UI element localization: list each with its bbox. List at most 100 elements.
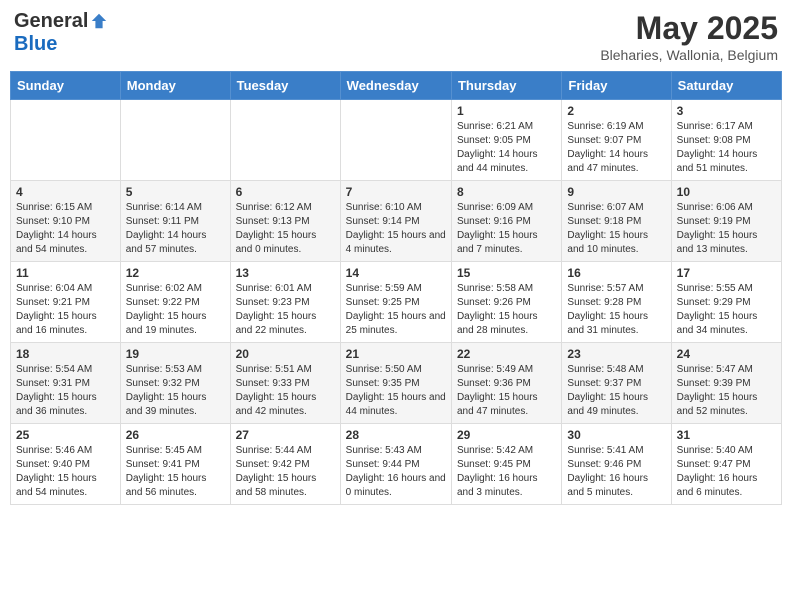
day-number: 22 [457, 347, 556, 361]
calendar-cell: 21 Sunrise: 5:50 AM Sunset: 9:35 PM Dayli… [340, 343, 451, 424]
calendar-cell: 22 Sunrise: 5:49 AM Sunset: 9:36 PM Dayli… [451, 343, 561, 424]
logo-icon [90, 12, 108, 30]
calendar-header-row: SundayMondayTuesdayWednesdayThursdayFrid… [11, 72, 782, 100]
day-number: 6 [236, 185, 335, 199]
calendar-cell: 11 Sunrise: 6:04 AM Sunset: 9:21 PM Dayli… [11, 262, 121, 343]
logo-general-text: General [14, 10, 88, 33]
day-number: 18 [16, 347, 115, 361]
day-number: 4 [16, 185, 115, 199]
day-info: Sunrise: 5:53 AM Sunset: 9:32 PM Dayligh… [126, 363, 225, 419]
day-number: 9 [567, 185, 665, 199]
day-number: 30 [567, 428, 665, 442]
calendar-cell: 26 Sunrise: 5:45 AM Sunset: 9:41 PM Dayli… [120, 424, 230, 505]
day-header-monday: Monday [120, 72, 230, 100]
calendar-cell: 29 Sunrise: 5:42 AM Sunset: 9:45 PM Dayli… [451, 424, 561, 505]
day-info: Sunrise: 5:54 AM Sunset: 9:31 PM Dayligh… [16, 363, 115, 419]
logo: General Blue [14, 10, 108, 56]
day-info: Sunrise: 5:59 AM Sunset: 9:25 PM Dayligh… [346, 282, 446, 338]
day-number: 16 [567, 266, 665, 280]
day-info: Sunrise: 5:43 AM Sunset: 9:44 PM Dayligh… [346, 444, 446, 500]
calendar-cell: 3 Sunrise: 6:17 AM Sunset: 9:08 PM Daylig… [671, 100, 781, 181]
day-info: Sunrise: 5:49 AM Sunset: 9:36 PM Dayligh… [457, 363, 556, 419]
day-info: Sunrise: 5:42 AM Sunset: 9:45 PM Dayligh… [457, 444, 556, 500]
day-number: 1 [457, 104, 556, 118]
calendar-week-row: 25 Sunrise: 5:46 AM Sunset: 9:40 PM Dayli… [11, 424, 782, 505]
calendar-cell: 6 Sunrise: 6:12 AM Sunset: 9:13 PM Daylig… [230, 181, 340, 262]
day-number: 15 [457, 266, 556, 280]
calendar-cell: 19 Sunrise: 5:53 AM Sunset: 9:32 PM Dayli… [120, 343, 230, 424]
month-title: May 2025 [600, 10, 778, 47]
day-number: 21 [346, 347, 446, 361]
calendar-cell: 16 Sunrise: 5:57 AM Sunset: 9:28 PM Dayli… [562, 262, 671, 343]
day-number: 23 [567, 347, 665, 361]
day-info: Sunrise: 6:17 AM Sunset: 9:08 PM Dayligh… [677, 120, 776, 176]
day-info: Sunrise: 5:57 AM Sunset: 9:28 PM Dayligh… [567, 282, 665, 338]
day-info: Sunrise: 6:04 AM Sunset: 9:21 PM Dayligh… [16, 282, 115, 338]
day-info: Sunrise: 5:47 AM Sunset: 9:39 PM Dayligh… [677, 363, 776, 419]
calendar-cell: 30 Sunrise: 5:41 AM Sunset: 9:46 PM Dayli… [562, 424, 671, 505]
day-number: 27 [236, 428, 335, 442]
calendar-cell: 27Sunrise: 5:44 AM Sunset: 9:42 PM Dayli… [230, 424, 340, 505]
calendar-week-row: 4Sunrise: 6:15 AM Sunset: 9:10 PM Daylig… [11, 181, 782, 262]
day-info: Sunrise: 6:09 AM Sunset: 9:16 PM Dayligh… [457, 201, 556, 257]
day-info: Sunrise: 5:51 AM Sunset: 9:33 PM Dayligh… [236, 363, 335, 419]
day-info: Sunrise: 6:10 AM Sunset: 9:14 PM Dayligh… [346, 201, 446, 257]
calendar-cell: 9 Sunrise: 6:07 AM Sunset: 9:18 PM Daylig… [562, 181, 671, 262]
day-info: Sunrise: 5:45 AM Sunset: 9:41 PM Dayligh… [126, 444, 225, 500]
calendar-cell: 15Sunrise: 5:58 AM Sunset: 9:26 PM Dayli… [451, 262, 561, 343]
calendar-cell: 12Sunrise: 6:02 AM Sunset: 9:22 PM Dayli… [120, 262, 230, 343]
day-number: 14 [346, 266, 446, 280]
day-number: 7 [346, 185, 446, 199]
day-number: 31 [677, 428, 776, 442]
day-info: Sunrise: 5:55 AM Sunset: 9:29 PM Dayligh… [677, 282, 776, 338]
calendar-cell: 31Sunrise: 5:40 AM Sunset: 9:47 PM Dayli… [671, 424, 781, 505]
day-info: Sunrise: 6:14 AM Sunset: 9:11 PM Dayligh… [126, 201, 225, 257]
calendar-cell: 17 Sunrise: 5:55 AM Sunset: 9:29 PM Dayli… [671, 262, 781, 343]
calendar-week-row: 18 Sunrise: 5:54 AM Sunset: 9:31 PM Dayli… [11, 343, 782, 424]
day-number: 3 [677, 104, 776, 118]
day-info: Sunrise: 6:01 AM Sunset: 9:23 PM Dayligh… [236, 282, 335, 338]
day-number: 29 [457, 428, 556, 442]
day-info: Sunrise: 6:21 AM Sunset: 9:05 PM Dayligh… [457, 120, 556, 176]
calendar-table: SundayMondayTuesdayWednesdayThursdayFrid… [10, 71, 782, 505]
calendar-cell: 10Sunrise: 6:06 AM Sunset: 9:19 PM Dayli… [671, 181, 781, 262]
day-number: 28 [346, 428, 446, 442]
calendar-cell: 14 Sunrise: 5:59 AM Sunset: 9:25 PM Dayli… [340, 262, 451, 343]
day-number: 8 [457, 185, 556, 199]
calendar-week-row: 1 Sunrise: 6:21 AM Sunset: 9:05 PM Daylig… [11, 100, 782, 181]
calendar-week-row: 11 Sunrise: 6:04 AM Sunset: 9:21 PM Dayli… [11, 262, 782, 343]
title-block: May 2025 Bleharies, Wallonia, Belgium [600, 10, 778, 63]
day-info: Sunrise: 6:12 AM Sunset: 9:13 PM Dayligh… [236, 201, 335, 257]
calendar-cell: 20Sunrise: 5:51 AM Sunset: 9:33 PM Dayli… [230, 343, 340, 424]
day-number: 2 [567, 104, 665, 118]
day-number: 11 [16, 266, 115, 280]
calendar-cell [340, 100, 451, 181]
day-number: 17 [677, 266, 776, 280]
day-info: Sunrise: 5:41 AM Sunset: 9:46 PM Dayligh… [567, 444, 665, 500]
day-info: Sunrise: 6:07 AM Sunset: 9:18 PM Dayligh… [567, 201, 665, 257]
calendar-cell [11, 100, 121, 181]
day-number: 19 [126, 347, 225, 361]
day-number: 26 [126, 428, 225, 442]
calendar-cell [120, 100, 230, 181]
calendar-cell: 28 Sunrise: 5:43 AM Sunset: 9:44 PM Dayli… [340, 424, 451, 505]
calendar-cell: 8 Sunrise: 6:09 AM Sunset: 9:16 PM Daylig… [451, 181, 561, 262]
calendar-cell: 18 Sunrise: 5:54 AM Sunset: 9:31 PM Dayli… [11, 343, 121, 424]
day-number: 13 [236, 266, 335, 280]
day-info: Sunrise: 6:06 AM Sunset: 9:19 PM Dayligh… [677, 201, 776, 257]
logo-blue-text: Blue [14, 33, 57, 56]
calendar-cell: 5Sunrise: 6:14 AM Sunset: 9:11 PM Daylig… [120, 181, 230, 262]
day-header-friday: Friday [562, 72, 671, 100]
day-info: Sunrise: 5:50 AM Sunset: 9:35 PM Dayligh… [346, 363, 446, 419]
day-number: 24 [677, 347, 776, 361]
day-header-thursday: Thursday [451, 72, 561, 100]
day-number: 25 [16, 428, 115, 442]
page-header: General Blue May 2025 Bleharies, Walloni… [10, 10, 782, 63]
day-header-sunday: Sunday [11, 72, 121, 100]
calendar-cell: 1 Sunrise: 6:21 AM Sunset: 9:05 PM Daylig… [451, 100, 561, 181]
calendar-cell: 24 Sunrise: 5:47 AM Sunset: 9:39 PM Dayli… [671, 343, 781, 424]
day-info: Sunrise: 6:19 AM Sunset: 9:07 PM Dayligh… [567, 120, 665, 176]
calendar-cell: 13 Sunrise: 6:01 AM Sunset: 9:23 PM Dayli… [230, 262, 340, 343]
calendar-cell: 7 Sunrise: 6:10 AM Sunset: 9:14 PM Daylig… [340, 181, 451, 262]
day-info: Sunrise: 5:46 AM Sunset: 9:40 PM Dayligh… [16, 444, 115, 500]
